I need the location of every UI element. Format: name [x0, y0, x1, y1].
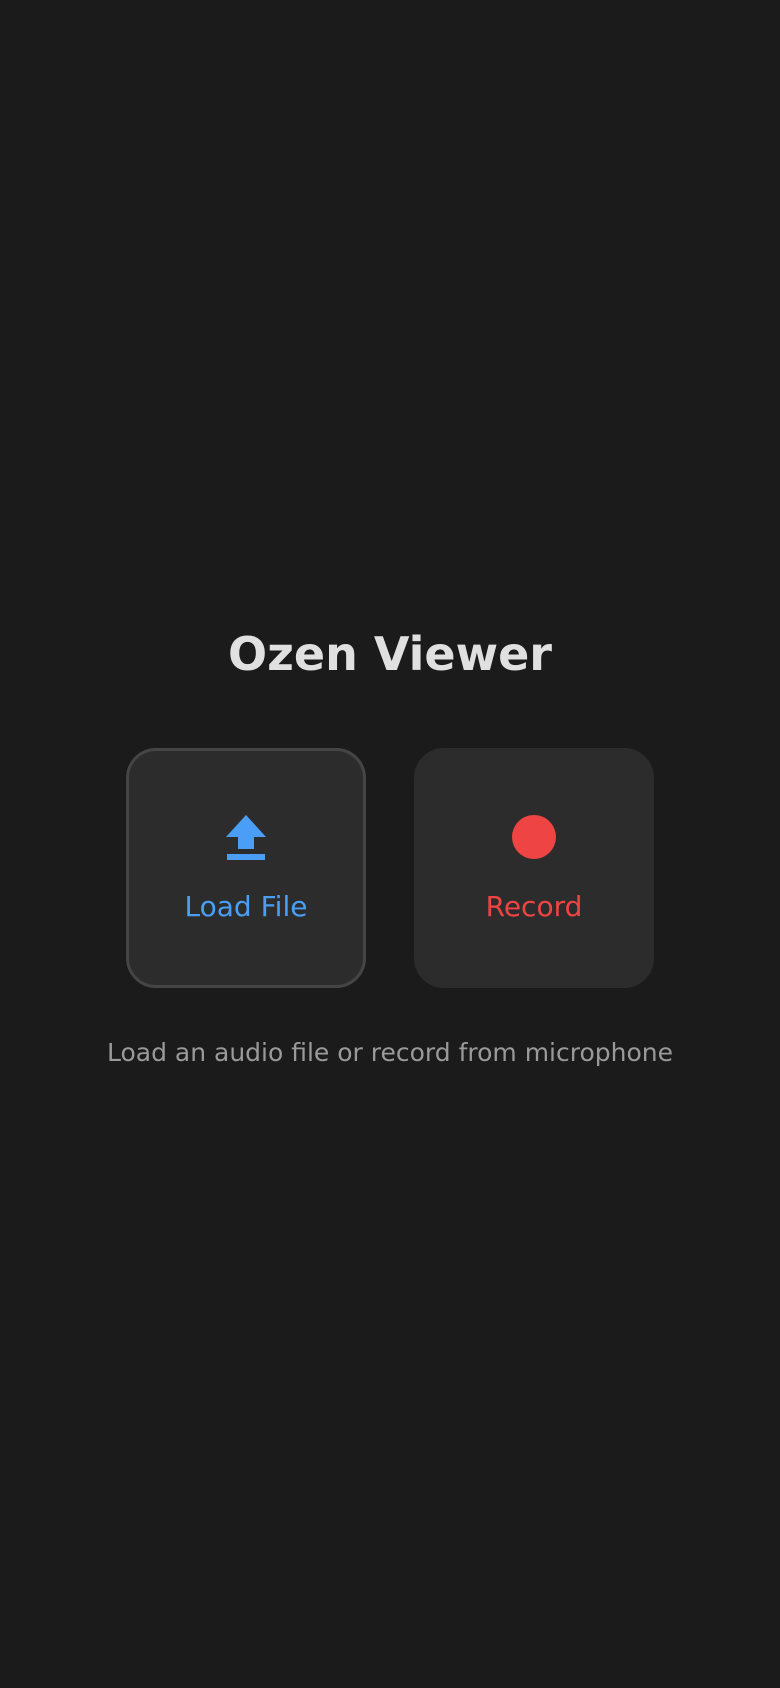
record-label: Record	[485, 890, 583, 923]
app-title: Ozen Viewer	[228, 627, 552, 681]
upload-icon	[222, 813, 270, 861]
record-icon	[510, 813, 558, 861]
load-file-button[interactable]: Load File	[126, 748, 366, 988]
record-button[interactable]: Record	[414, 748, 654, 988]
hint-text: Load an audio file or record from microp…	[106, 1038, 674, 1067]
start-screen: Ozen Viewer Load File Record Load an aud…	[0, 0, 780, 1688]
load-file-label: Load File	[184, 890, 308, 923]
